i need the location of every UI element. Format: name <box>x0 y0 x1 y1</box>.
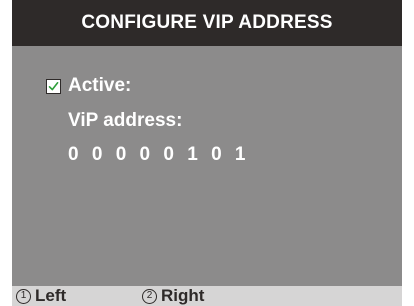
active-label: Active: <box>68 75 132 96</box>
vip-address-label: ViP address: <box>68 110 183 131</box>
vip-address-value[interactable]: 0 0 0 0 0 1 0 1 <box>68 144 250 166</box>
active-checkbox[interactable] <box>46 78 61 94</box>
softkey-bar: 1 Left 2 Right <box>12 286 402 306</box>
active-row: Active: <box>46 75 131 97</box>
softkey-1-number-icon: 1 <box>16 288 31 304</box>
softkey-right[interactable]: 2 Right <box>142 286 204 306</box>
softkey-left[interactable]: 1 Left <box>16 286 66 306</box>
checkmark-icon <box>48 81 59 90</box>
softkey-left-label: Left <box>35 286 67 305</box>
page-title: CONFIGURE VIP ADDRESS <box>81 12 333 33</box>
softkey-2-number-icon: 2 <box>142 288 157 304</box>
content-panel: Active: ViP address: 0 0 0 0 0 1 0 1 <box>12 46 402 286</box>
vip-config-screen: CONFIGURE VIP ADDRESS Active: ViP addres… <box>0 0 414 306</box>
softkey-right-label: Right <box>161 286 205 305</box>
title-bar: CONFIGURE VIP ADDRESS <box>12 0 402 46</box>
